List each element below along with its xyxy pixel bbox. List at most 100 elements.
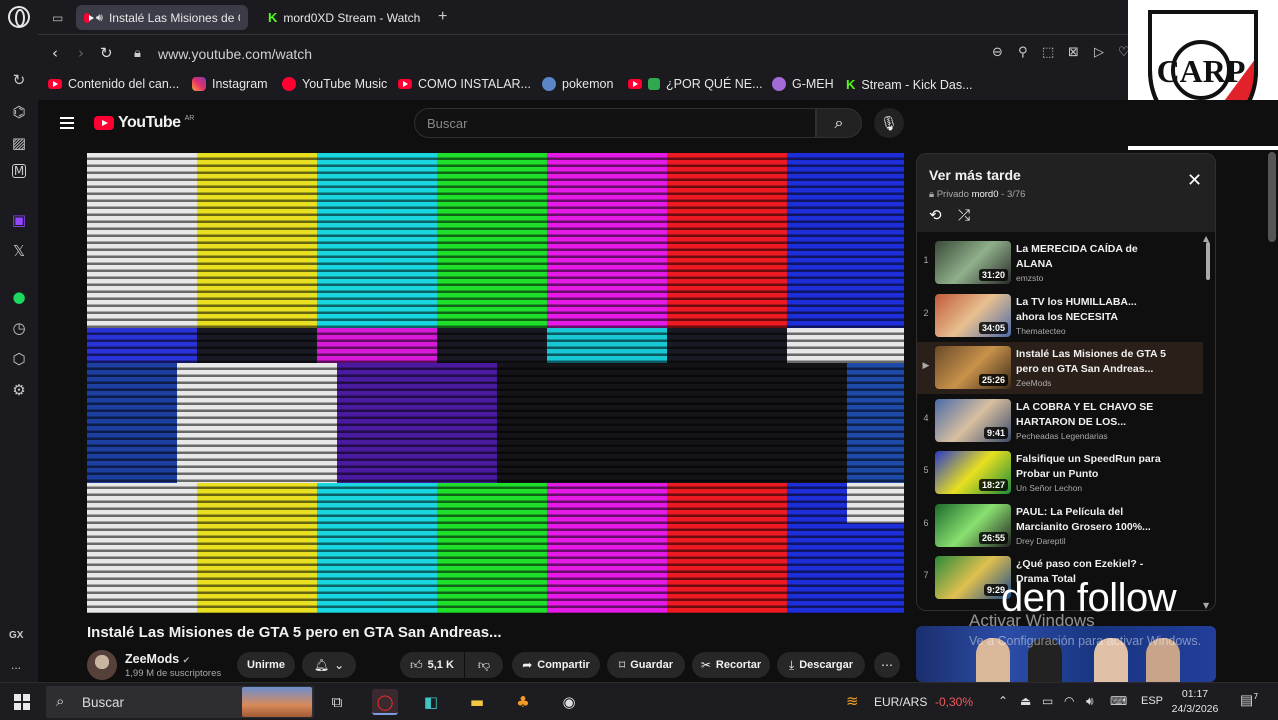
playlist-item[interactable]: 4 9:41 LA COBRA Y EL CHAVO SE HARTARON DE … [917, 395, 1203, 447]
search-icon[interactable]: ⌕ [816, 108, 862, 138]
playlist-item-channel[interactable]: Drey Dareptil [1016, 536, 1066, 546]
snapshot-icon[interactable]: ⬚ [1042, 45, 1054, 60]
playlist-item[interactable]: 2 34:05 La TV los HUMILLABA... ahora los N… [917, 290, 1203, 342]
channel-avatar[interactable] [87, 650, 117, 680]
obs-icon[interactable]: ◉ [556, 689, 582, 715]
opera-logo-icon[interactable] [8, 6, 30, 28]
currency-pair[interactable]: EUR/ARS [874, 695, 927, 709]
notifications-icon[interactable]: ▤7 [1240, 692, 1258, 709]
clip-button[interactable]: ✂ Recortar [692, 652, 770, 678]
loop-icon[interactable]: ⟲ [929, 206, 942, 224]
like-button[interactable]: 👍︎ 5,1 K [400, 652, 464, 678]
adblock-icon[interactable]: ⊠ [1068, 45, 1079, 60]
send-icon[interactable]: ▷ [1094, 45, 1104, 60]
reload-icon[interactable]: ↻ [100, 44, 113, 62]
video-thumbnail[interactable]: 31:20 [935, 241, 1011, 284]
playlist-item-channel[interactable]: emzsto [1016, 273, 1043, 283]
shuffle-icon[interactable]: ⤮ [958, 206, 970, 224]
opera-gx-icon[interactable]: ◯ [372, 689, 398, 715]
media-player-icon[interactable]: ◧ [418, 689, 444, 715]
battery-icon[interactable]: ▭ [1042, 694, 1053, 708]
playlist-item-title[interactable]: LA COBRA Y EL CHAVO SE HARTARON DE LOS..… [1016, 400, 1166, 430]
spotify-icon[interactable]: ● [9, 287, 29, 307]
twitch-icon[interactable]: ▣ [9, 210, 29, 230]
join-button[interactable]: Unirme [237, 652, 295, 678]
zoom-icon[interactable]: ⊖ [992, 45, 1003, 60]
playlist-item-title[interactable]: Instalé Las Misiones de GTA 5 pero en GT… [1016, 347, 1166, 377]
video-thumbnail[interactable]: 26:55 [935, 503, 1011, 547]
close-icon[interactable]: ✕ [1187, 170, 1202, 191]
new-tab-icon[interactable]: + [438, 8, 447, 26]
download-button[interactable]: ⤓ Descargar [777, 652, 865, 678]
currency-change[interactable]: -0,30% [935, 695, 973, 709]
tab-kick[interactable]: K mord0XD Stream - Watch Live on Kick [260, 5, 432, 30]
more-actions-button[interactable]: ⋯ [874, 652, 900, 678]
fl-studio-icon[interactable]: ♣ [510, 689, 536, 715]
windows-start-icon[interactable] [14, 694, 30, 710]
speaker-icon[interactable]: 🔊︎ [96, 11, 103, 25]
video-thumbnail[interactable]: 18:27 [935, 451, 1011, 494]
playlist-item-channel[interactable]: ZeeMods [1016, 378, 1051, 388]
chevron-up-icon[interactable]: ⌃ [998, 694, 1008, 708]
video-player[interactable] [87, 153, 904, 613]
bookmark-item[interactable]: YouTube Music [282, 77, 387, 91]
playlist-owner[interactable]: mord0 [972, 189, 999, 200]
playlist-item-title[interactable]: La MERECIDA CAÍDA de ALANA [1016, 242, 1166, 272]
search-input[interactable]: Buscar [414, 108, 816, 138]
share-button[interactable]: ➦ Compartir [512, 652, 600, 678]
playlist-item[interactable]: 5 18:27 Falsifique un SpeedRun para Probar… [917, 447, 1203, 499]
pin-icon[interactable]: ⚲ [1018, 45, 1028, 60]
gx-label[interactable]: GX [9, 630, 23, 641]
usb-icon[interactable]: ⏏ [1020, 694, 1031, 708]
page-scrollbar[interactable] [1268, 152, 1276, 242]
folder-stripes-icon[interactable]: ▨ [9, 133, 29, 153]
task-view-icon[interactable]: ⧉ [324, 689, 350, 715]
bookmark-item[interactable]: pokemon [542, 77, 613, 91]
bookmark-item[interactable]: K Stream - Kick Das... [846, 77, 973, 92]
youtube-logo[interactable]: YouTube AR [94, 114, 194, 132]
forward-icon[interactable]: › [78, 44, 84, 62]
taskbar-search[interactable]: ⌕ Buscar [46, 686, 314, 718]
playlist-item-channel[interactable]: Pecheadas Legendarias [1016, 431, 1108, 441]
keyboard-icon[interactable]: ⌨ [1110, 694, 1127, 708]
save-button[interactable]: ⌑ Guardar [607, 652, 685, 678]
playlist-item[interactable]: 6 26:55 PAUL: La Película del Marcianito G… [917, 500, 1203, 552]
playlist-item-title[interactable]: PAUL: La Película del Marcianito Grosero… [1016, 505, 1166, 535]
video-thumbnail[interactable]: 9:29 [935, 556, 1011, 599]
wifi-icon[interactable]: ◠ [1064, 694, 1074, 708]
history-icon[interactable]: ◷ [9, 318, 29, 338]
bookmark-item[interactable]: ¿POR QUÉ NE... [628, 77, 763, 91]
back-icon[interactable]: ‹ [52, 44, 58, 62]
bookmark-item[interactable]: Contenido del can... [48, 77, 179, 91]
currency-widget-icon[interactable]: ≋ [846, 692, 859, 710]
bookmark-item[interactable]: Instagram [192, 77, 268, 91]
bookmark-item[interactable]: COMO INSTALAR... [398, 77, 531, 91]
scroll-down-icon[interactable]: ▼ [1203, 601, 1209, 610]
video-thumbnail[interactable]: 9:41 [935, 398, 1011, 442]
playlist-item[interactable]: 1 31:20 La MERECIDA CAÍDA de ALANA emzsto [917, 237, 1203, 289]
video-thumbnail[interactable]: 34:05 [935, 293, 1011, 337]
notifications-button[interactable]: 🔔︎ ⌄ [302, 652, 356, 678]
volume-icon[interactable]: 🔊︎ [1086, 694, 1094, 709]
system-clock[interactable]: 01:17 24/3/2026 [1160, 687, 1230, 717]
x-icon[interactable]: 𝕏 [9, 241, 29, 261]
playlist-item-title[interactable]: La TV los HUMILLABA... ahora los NECESIT… [1016, 295, 1166, 325]
playlist-item-channel[interactable]: Un Señor Lechon [1016, 483, 1082, 493]
bookmark-item[interactable]: G-MEH [772, 77, 834, 91]
clock-arrow-icon[interactable]: ↻ [9, 70, 29, 90]
ai-icon[interactable]: ⌬ [9, 102, 29, 122]
video-thumbnail[interactable]: 25:26 [935, 346, 1011, 389]
playlist-title[interactable]: Ver más tarde [929, 167, 1021, 183]
tab-manager-icon[interactable]: ▭ [44, 5, 72, 30]
url-field[interactable]: www.youtube.com/watch [158, 46, 312, 62]
settings-icon[interactable]: ⚙ [9, 380, 29, 400]
menu-icon[interactable] [60, 117, 74, 129]
m-icon[interactable]: M [12, 164, 26, 178]
more-icon[interactable]: ... [11, 658, 21, 672]
microphone-icon[interactable]: 🎙︎ [874, 108, 904, 138]
playlist-item-title[interactable]: Falsifique un SpeedRun para Probar un Pu… [1016, 452, 1166, 482]
tab-youtube[interactable]: 🔊︎ Instalé Las Misiones de GTA 5 pero en… [76, 5, 248, 30]
lock-icon[interactable]: 🔒︎ [134, 46, 141, 61]
extensions-icon[interactable]: ⬡ [9, 349, 29, 369]
playlist-item[interactable]: ▶ 25:26 Instalé Las Misiones de GTA 5 pero… [917, 342, 1203, 394]
